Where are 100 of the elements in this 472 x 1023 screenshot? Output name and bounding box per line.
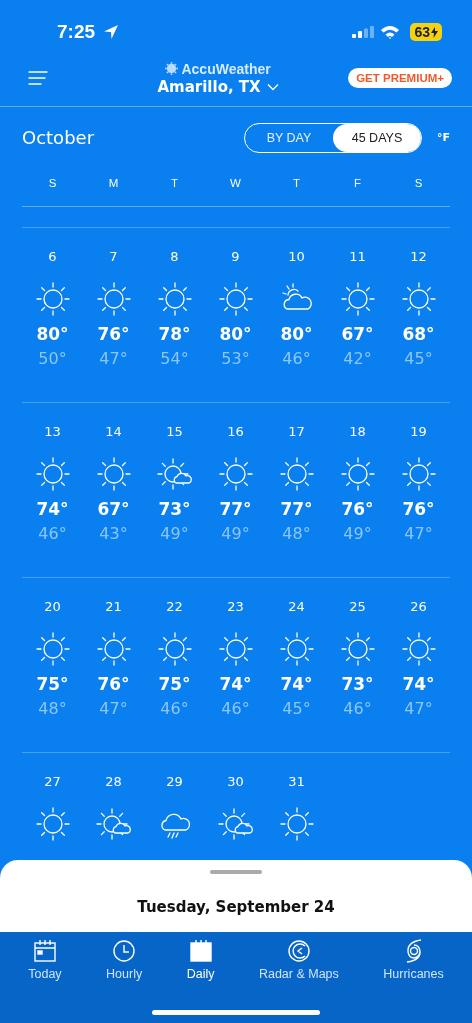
sun-icon	[217, 281, 254, 317]
sheet-title: Tuesday, September 24	[137, 898, 335, 916]
sun-icon	[95, 281, 132, 317]
nav-tab[interactable]: Hourly	[104, 936, 145, 983]
low-temp: 46°	[160, 699, 189, 718]
low-temp: 47°	[99, 349, 128, 368]
day-date[interactable]: 26	[410, 599, 427, 617]
day-date[interactable]: 15	[166, 424, 183, 442]
sun-icon	[156, 631, 193, 667]
high-temp: 80°	[219, 324, 252, 344]
low-temp: 53°	[221, 349, 250, 368]
day-date[interactable]: 28	[105, 774, 122, 792]
day-date[interactable]: 6	[48, 249, 57, 267]
premium-button[interactable]: GET PREMIUM+	[348, 68, 452, 88]
high-temp: 77°	[219, 499, 252, 519]
day-date[interactable]: 10	[288, 249, 305, 267]
day-date[interactable]: 22	[166, 599, 183, 617]
high-temp: 76°	[97, 324, 130, 344]
nav-tab[interactable]: Today	[26, 936, 64, 983]
day-date[interactable]: 8	[170, 249, 179, 267]
low-temp: 49°	[160, 524, 189, 543]
high-temp: 74°	[402, 674, 435, 694]
sun-icon	[156, 281, 193, 317]
day-date[interactable]: 9	[231, 249, 240, 267]
sun-cloud-icon	[95, 806, 132, 842]
low-temp: 42°	[343, 349, 372, 368]
radar-icon	[285, 938, 312, 964]
sun-icon	[95, 631, 132, 667]
sun-icon	[34, 281, 71, 317]
weekday-label: T	[292, 177, 301, 189]
high-temp: 74°	[36, 499, 69, 519]
day-date[interactable]: 24	[288, 599, 305, 617]
day-date[interactable]: 16	[227, 424, 244, 442]
low-temp: 47°	[404, 524, 433, 543]
high-temp: 80°	[280, 324, 313, 344]
nav-tab[interactable]: Hurricanes	[381, 936, 446, 983]
location-selector[interactable]: Amarillo, TX	[157, 77, 279, 96]
low-temp: 47°	[99, 699, 128, 718]
day-date[interactable]: 27	[44, 774, 61, 792]
sun-icon	[278, 806, 315, 842]
high-temp: 78°	[158, 324, 191, 344]
day-date[interactable]: 11	[349, 249, 366, 267]
day-date[interactable]: 25	[349, 599, 366, 617]
high-temp: 76°	[341, 499, 374, 519]
high-temp: 76°	[402, 499, 435, 519]
high-temp: 75°	[36, 674, 69, 694]
sun-icon	[400, 631, 437, 667]
unit-label[interactable]: °F	[437, 131, 450, 144]
wifi-icon	[380, 25, 401, 39]
low-temp: 49°	[221, 524, 250, 543]
view-tab[interactable]: BY DAY	[245, 123, 333, 152]
low-temp: 45°	[282, 699, 311, 718]
sun-icon	[278, 456, 315, 492]
drag-handle[interactable]	[210, 870, 262, 874]
brand-name: AccuWeather	[181, 60, 271, 77]
sun-icon	[339, 281, 376, 317]
day-date[interactable]: 12	[410, 249, 427, 267]
sun-icon	[400, 281, 437, 317]
day-date[interactable]: 30	[227, 774, 244, 792]
clock-icon	[111, 938, 138, 964]
low-temp: 49°	[343, 524, 372, 543]
sun-icon	[34, 806, 71, 842]
day-date[interactable]: 19	[410, 424, 427, 442]
low-temp: 54°	[160, 349, 189, 368]
low-temp: 43°	[99, 524, 128, 543]
menu-icon[interactable]	[28, 70, 48, 86]
sun-icon	[217, 456, 254, 492]
sun-icon	[217, 631, 254, 667]
sun-icon	[34, 631, 71, 667]
low-temp: 48°	[38, 699, 67, 718]
high-temp: 74°	[219, 674, 252, 694]
weekday-label: T	[170, 177, 179, 189]
day-date[interactable]: 14	[105, 424, 122, 442]
high-temp: 67°	[341, 324, 374, 344]
weekday-label: F	[353, 177, 362, 189]
day-date[interactable]: 31	[288, 774, 305, 792]
high-temp: 75°	[158, 674, 191, 694]
nav-tab[interactable]: Radar & Maps	[256, 936, 341, 983]
sun-icon	[34, 456, 71, 492]
day-date[interactable]: 7	[109, 249, 118, 267]
high-temp: 80°	[36, 324, 69, 344]
sun-logo-icon	[165, 62, 179, 75]
high-temp: 77°	[280, 499, 313, 519]
day-date[interactable]: 29	[166, 774, 183, 792]
day-date[interactable]: 18	[349, 424, 366, 442]
low-temp: 50°	[38, 349, 67, 368]
day-date[interactable]: 20	[44, 599, 61, 617]
sun-icon	[339, 456, 376, 492]
low-temp: 47°	[404, 699, 433, 718]
low-temp: 46°	[221, 699, 250, 718]
nav-tab[interactable]: Daily	[184, 936, 217, 983]
low-temp: 46°	[38, 524, 67, 543]
day-date[interactable]: 13	[44, 424, 61, 442]
day-date[interactable]: 21	[105, 599, 122, 617]
high-temp: 67°	[97, 499, 130, 519]
view-tab[interactable]: 45 DAYS	[333, 123, 421, 152]
low-temp: 45°	[404, 349, 433, 368]
sun-cloud-icon	[217, 806, 254, 842]
day-date[interactable]: 23	[227, 599, 244, 617]
day-date[interactable]: 17	[288, 424, 305, 442]
